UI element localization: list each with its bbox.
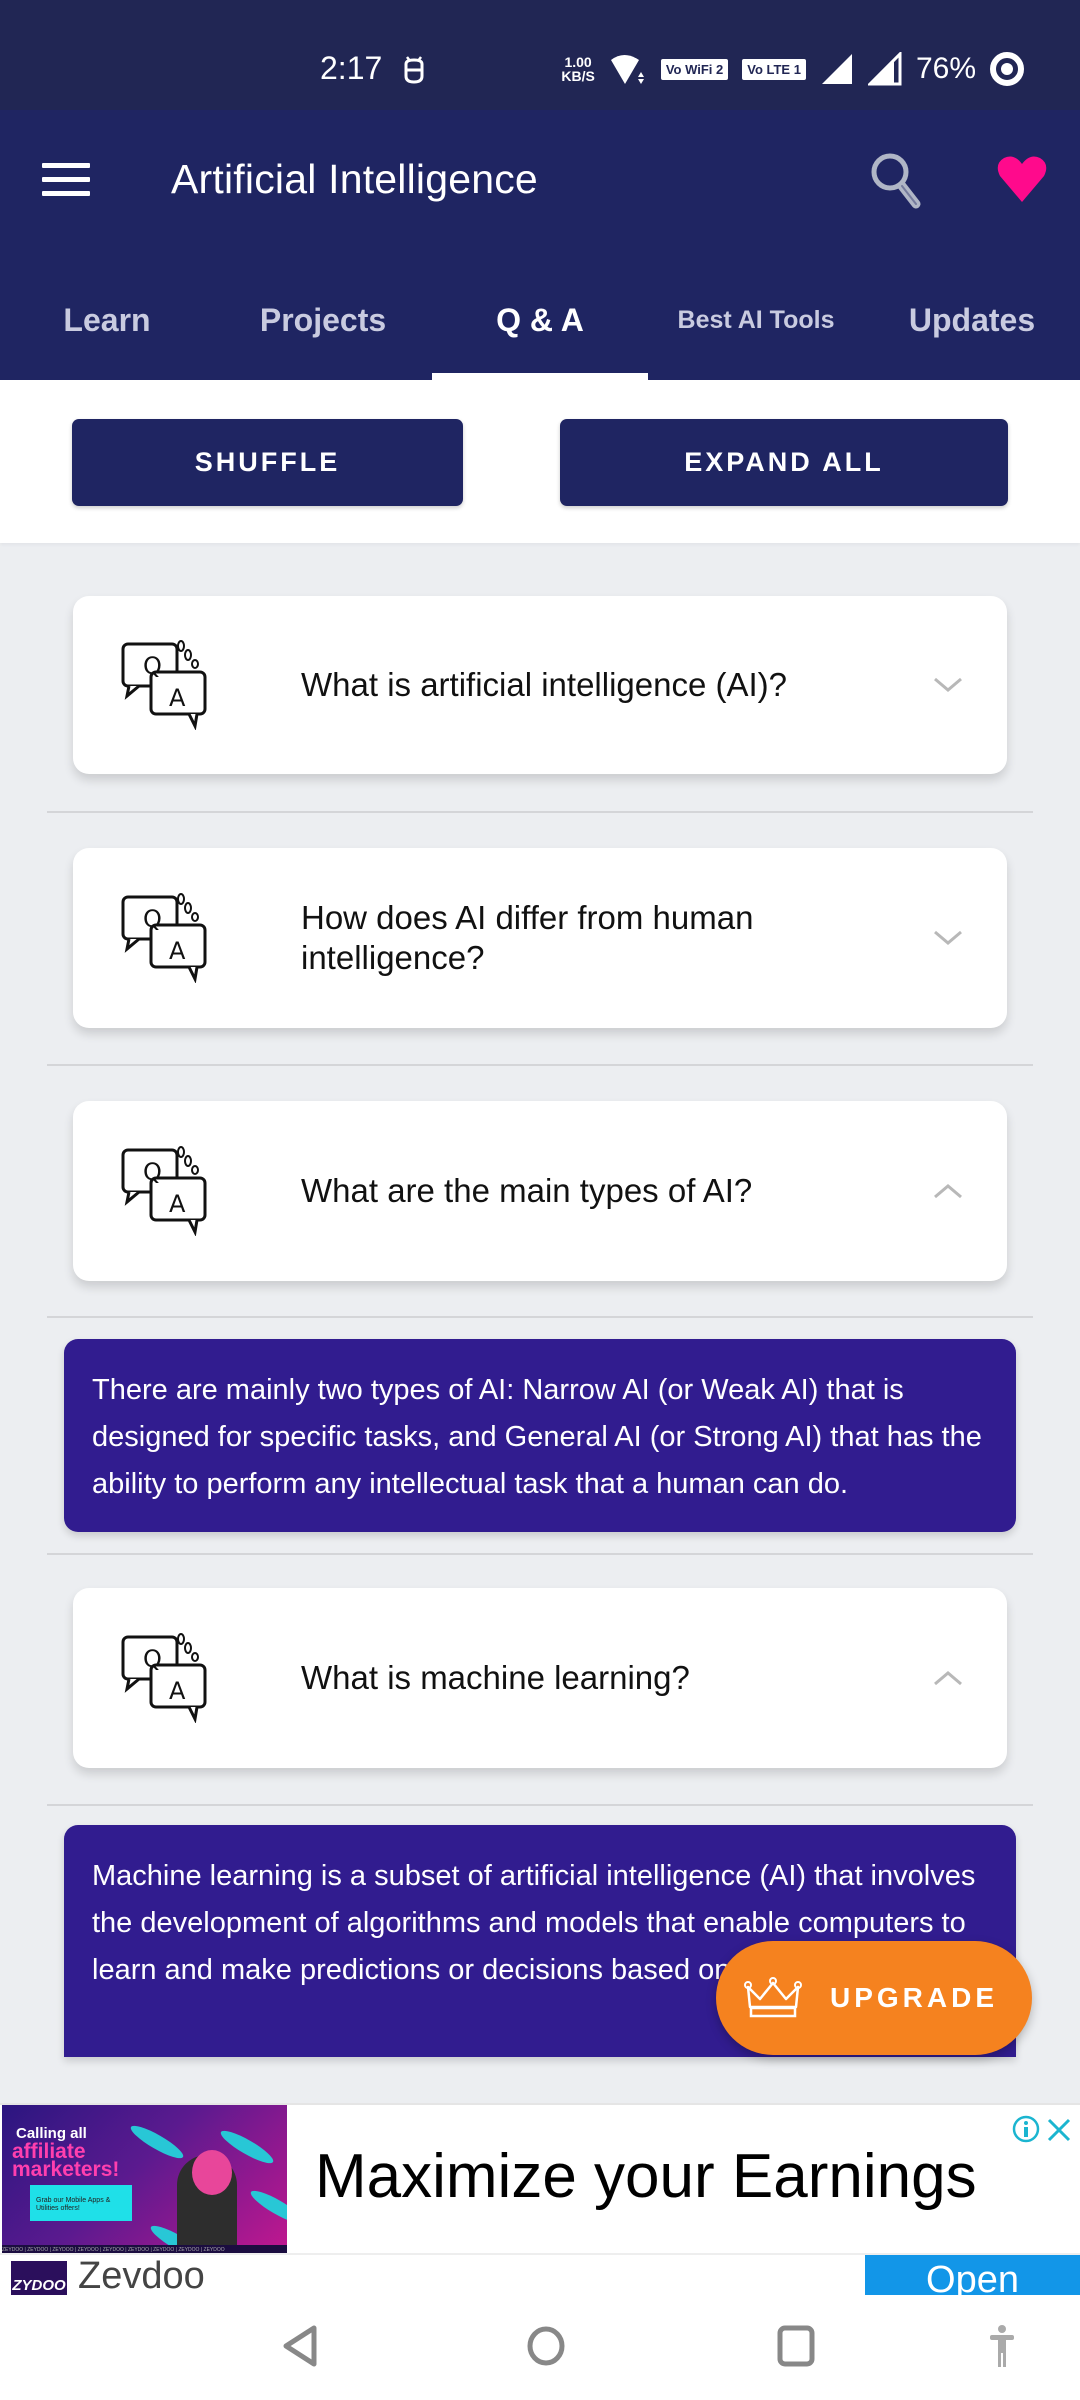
tab-label: Q & A: [496, 301, 584, 338]
ad-open-button[interactable]: Open: [865, 2255, 1080, 2297]
divider: [47, 1316, 1033, 1318]
battery-percent: 76%: [915, 52, 976, 85]
back-icon[interactable]: [280, 2325, 320, 2367]
tab-projects[interactable]: Projects: [214, 270, 432, 370]
ad-headline[interactable]: Maximize your Earnings: [315, 2141, 977, 2212]
signal-icon-1: [821, 54, 852, 84]
tab-learn[interactable]: Learn: [0, 270, 214, 370]
battery-icon: [990, 52, 1024, 86]
divider: [47, 1064, 1033, 1066]
tab-label: Updates: [908, 301, 1036, 338]
question-card[interactable]: Q A What is artificial intelligence (AI)…: [73, 596, 1007, 774]
advertiser-logo: ZYDOO: [11, 2261, 67, 2297]
hamburger-icon: [42, 163, 90, 168]
net-speed: 1.00 KB/S: [561, 55, 594, 83]
qa-chat-icon: Q A: [121, 893, 207, 983]
svg-text:Q: Q: [143, 1158, 162, 1186]
question-card[interactable]: Q A How does AI differ from human intell…: [73, 848, 1007, 1028]
svg-text:Q: Q: [143, 652, 162, 680]
statue-head-graphic: [192, 2150, 232, 2195]
chevron-up-icon[interactable]: [933, 1669, 963, 1687]
heart-icon[interactable]: [996, 154, 1048, 204]
system-nav-bar: [0, 2295, 1080, 2400]
question-text: What are the main types of AI?: [301, 1172, 753, 1209]
tab-label: Projects: [259, 301, 387, 338]
qa-chat-icon: Q A: [121, 1146, 207, 1236]
robot-notification-icon: [404, 56, 424, 84]
advertiser-name: Zevdoo: [78, 2255, 205, 2297]
divider: [47, 1804, 1033, 1806]
divider: [47, 1553, 1033, 1555]
question-card[interactable]: Q A What is machine learning?: [73, 1588, 1007, 1768]
volte-badge: Vo LTE 1: [742, 58, 806, 80]
chevron-up-icon[interactable]: [933, 1182, 963, 1200]
signal-icon-2: [867, 52, 902, 86]
net-speed-value: 1.00: [564, 54, 592, 70]
answer-card: There are mainly two types of AI: Narrow…: [64, 1339, 1016, 1532]
svg-text:A: A: [169, 1677, 186, 1705]
svg-text:A: A: [169, 1190, 186, 1218]
app-title: Artificial Intelligence: [171, 156, 538, 202]
question-text: How does AI differ from human intelligen…: [301, 899, 754, 976]
tab-label: Best AI Tools: [677, 305, 835, 334]
vowifi-badge: Vo WiFi 2: [660, 58, 729, 80]
expand-all-button[interactable]: EXPAND ALL: [560, 419, 1008, 506]
net-speed-unit: KB/S: [561, 68, 595, 84]
search-icon[interactable]: [868, 150, 924, 210]
upgrade-label: UPGRADE: [830, 1982, 999, 2013]
divider: [47, 811, 1033, 813]
qa-chat-icon: Q A: [121, 640, 207, 730]
wifi-icon: [610, 55, 644, 84]
question-card[interactable]: Q A What are the main types of AI?: [73, 1101, 1007, 1281]
info-icon[interactable]: [1012, 2115, 1040, 2143]
app-bar: Artificial Intelligence Learn Projects Q…: [0, 110, 1080, 380]
hamburger-line: [42, 177, 90, 182]
tab-qa[interactable]: Q & A: [432, 270, 648, 380]
status-icons: 1.00 KB/S Vo WiFi 2 Vo LTE 1 76%: [561, 52, 1024, 86]
ad-footer: ZYDOO Zevdoo Open: [0, 2253, 1080, 2297]
recents-icon[interactable]: [776, 2325, 816, 2367]
ad-image-text: affiliate marketers!: [12, 2140, 120, 2181]
action-row: SHUFFLE EXPAND ALL: [0, 380, 1080, 543]
qa-chat-icon: Q A: [121, 1633, 207, 1723]
close-icon[interactable]: [1046, 2117, 1072, 2143]
question-text: What is artificial intelligence (AI)?: [301, 666, 788, 703]
status-time: 2:17: [320, 50, 383, 86]
menu-button[interactable]: [42, 163, 90, 199]
hamburger-line: [42, 191, 90, 196]
ad-image[interactable]: Calling all affiliate marketers! Grab ou…: [2, 2105, 287, 2255]
shuffle-button[interactable]: SHUFFLE: [72, 419, 463, 506]
accessibility-icon[interactable]: [990, 2325, 1014, 2367]
chevron-down-icon[interactable]: [933, 676, 963, 694]
status-bar: 2:17 1.00 KB/S Vo WiFi 2 Vo LTE 1 76%: [0, 0, 1080, 110]
tab-bar: Learn Projects Q & A Best AI Tools Updat…: [0, 270, 1080, 380]
home-icon[interactable]: [526, 2325, 566, 2367]
ad-banner: Calling all affiliate marketers! Grab ou…: [0, 2103, 1080, 2297]
svg-text:Q: Q: [143, 1645, 162, 1673]
ad-image-cta: Grab our Mobile Apps & Utilities offers!: [30, 2185, 132, 2221]
svg-text:A: A: [169, 937, 186, 965]
tab-best-ai-tools[interactable]: Best AI Tools: [648, 270, 864, 370]
chevron-down-icon[interactable]: [933, 929, 963, 947]
tab-updates[interactable]: Updates: [864, 270, 1080, 370]
question-text: What is machine learning?: [301, 1659, 690, 1696]
svg-text:Q: Q: [143, 905, 162, 933]
whale-graphic: [247, 2185, 287, 2229]
tab-label: Learn: [63, 301, 151, 338]
answer-text: There are mainly two types of AI: Narrow…: [92, 1374, 982, 1500]
crown-icon: [744, 1977, 802, 2018]
upgrade-button[interactable]: UPGRADE: [716, 1941, 1032, 2055]
svg-text:A: A: [169, 684, 186, 712]
